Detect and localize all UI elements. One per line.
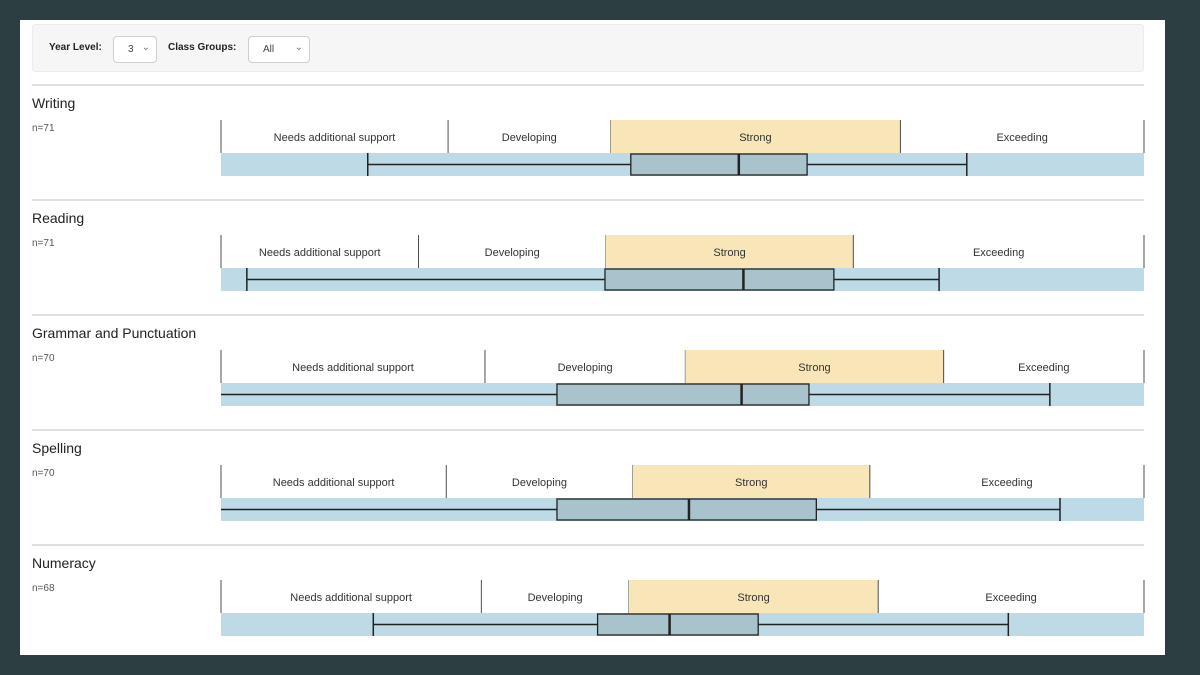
section-title: Reading <box>32 210 84 226</box>
iqr-box <box>556 498 817 521</box>
section-title: Numeracy <box>32 555 96 571</box>
band-label: Exceeding <box>1018 362 1069 374</box>
sample-size: n=70 <box>32 353 55 364</box>
band-label: Exceeding <box>981 477 1032 489</box>
band-label: Developing <box>528 592 583 604</box>
iqr-box <box>596 613 759 636</box>
band-label: Developing <box>558 362 613 374</box>
section-title: Spelling <box>32 440 82 456</box>
band-label: Developing <box>512 477 567 489</box>
sample-size: n=70 <box>32 468 55 479</box>
band-label: Needs additional support <box>274 132 396 144</box>
band-label: Developing <box>502 132 557 144</box>
band-label: Exceeding <box>985 592 1036 604</box>
band-label: Needs additional support <box>292 362 414 374</box>
band-label: Strong <box>739 132 771 144</box>
band-label: Strong <box>713 247 745 259</box>
band-label: Exceeding <box>973 247 1024 259</box>
boxplot-chart: Writing n=71 Needs additional support Devel… <box>32 84 1145 636</box>
band-label: Strong <box>735 477 767 489</box>
sample-size: n=71 <box>32 238 55 249</box>
iqr-box <box>630 153 808 176</box>
section-title: Grammar and Punctuation <box>32 325 196 341</box>
iqr-box <box>556 383 810 406</box>
band-label: Strong <box>798 362 830 374</box>
band-label: Needs additional support <box>290 592 412 604</box>
band-label: Strong <box>737 592 769 604</box>
section-title: Writing <box>32 95 75 111</box>
sample-size: n=71 <box>32 123 55 134</box>
iqr-box <box>604 268 835 291</box>
report-card: Year Level: 3 ⌄ Class Groups: All ⌄ Writ… <box>20 20 1165 655</box>
band-label: Exceeding <box>996 132 1047 144</box>
sample-size: n=68 <box>32 583 55 594</box>
band-label: Needs additional support <box>273 477 395 489</box>
band-label: Needs additional support <box>259 247 381 259</box>
band-label: Developing <box>485 247 540 259</box>
